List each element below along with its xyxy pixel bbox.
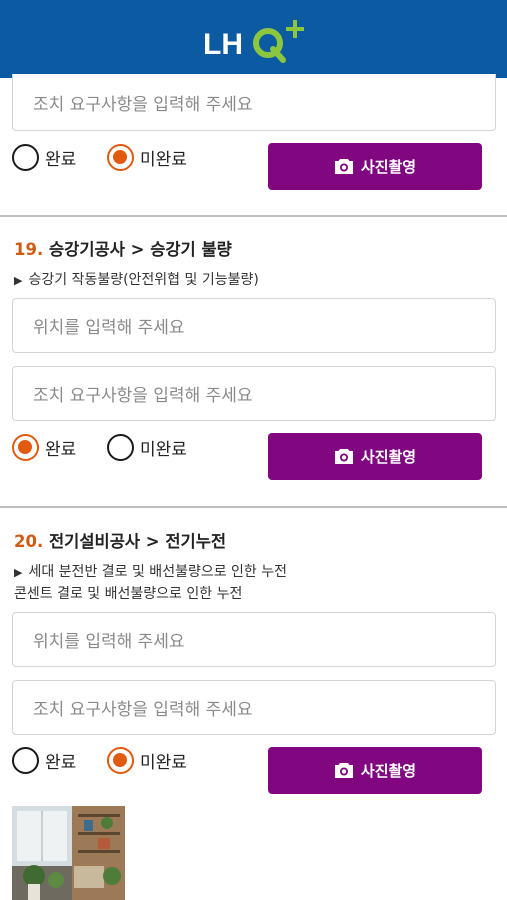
- radio-label: 완료: [45, 150, 77, 170]
- item-title-20: 20. 전기설비공사 > 전기누전: [14, 528, 226, 552]
- take-photo-label: 사진촬영: [360, 762, 417, 780]
- camera-icon: [334, 159, 353, 174]
- item-desc-text: 세대 분전반 결로 및 배선불량으로 인한 누전: [28, 564, 288, 580]
- action-request-placeholder: 조치 요구사항을 입력해 주세요: [33, 386, 253, 406]
- radio-unchecked-icon: [107, 434, 134, 461]
- item-title-text: 승강기공사 > 승강기 불량: [48, 240, 232, 259]
- take-photo-button-19[interactable]: 사진촬영: [268, 433, 482, 480]
- item-title-text: 전기설비공사 > 전기누전: [48, 532, 227, 551]
- item-number: 20.: [14, 532, 44, 551]
- radio-done-20[interactable]: 완료: [12, 747, 76, 774]
- radio-not-done-20[interactable]: 미완료: [107, 747, 187, 774]
- item-desc-20: ▶ 세대 분전반 결로 및 배선불량으로 인한 누전: [14, 561, 287, 581]
- radio-unchecked-icon: [12, 747, 39, 774]
- action-request-placeholder: 조치 요구사항을 입력해 주세요: [33, 94, 253, 115]
- radio-done-19[interactable]: 완료: [12, 434, 76, 461]
- radio-not-done-19[interactable]: 미완료: [107, 434, 187, 461]
- item-title-19: 19. 승강기공사 > 승강기 불량: [14, 236, 232, 260]
- action-request-input-19[interactable]: 조치 요구사항을 입력해 주세요: [12, 366, 496, 421]
- radio-label: 미완료: [140, 440, 187, 460]
- take-photo-label: 사진촬영: [360, 448, 417, 466]
- item-desc-20-line2: 콘센트 결로 및 배선불량으로 인한 누전: [14, 583, 242, 603]
- radio-checked-icon: [107, 144, 134, 171]
- lhq-logo: LH: [203, 20, 304, 63]
- section-divider: [0, 215, 507, 217]
- take-photo-label: 사진촬영: [360, 158, 417, 176]
- location-placeholder: 위치를 입력해 주세요: [33, 632, 185, 652]
- camera-icon: [334, 763, 353, 778]
- location-input-20[interactable]: 위치를 입력해 주세요: [12, 612, 496, 667]
- action-request-input-20[interactable]: 조치 요구사항을 입력해 주세요: [12, 680, 496, 735]
- room-photo-image: [12, 806, 125, 900]
- location-placeholder: 위치를 입력해 주세요: [33, 318, 185, 338]
- take-photo-button-18[interactable]: 사진촬영: [268, 143, 482, 190]
- item-desc-text: 콘센트 결로 및 배선불량으로 인한 누전: [14, 586, 243, 602]
- photo-thumbnail[interactable]: [12, 806, 125, 900]
- take-photo-button-20[interactable]: 사진촬영: [268, 747, 482, 794]
- radio-label: 미완료: [140, 753, 187, 773]
- action-request-input-18[interactable]: 조치 요구사항을 입력해 주세요: [12, 74, 496, 131]
- radio-label: 완료: [45, 440, 77, 460]
- app-header: LH: [0, 0, 507, 78]
- radio-not-done-18[interactable]: 미완료: [107, 144, 187, 171]
- svg-text:LH: LH: [203, 28, 243, 61]
- location-input-19[interactable]: 위치를 입력해 주세요: [12, 298, 496, 353]
- item-desc-text: 승강기 작동불량(안전위협 및 기능불량): [28, 272, 259, 288]
- section-divider: [0, 506, 507, 508]
- item-number: 19.: [14, 240, 44, 259]
- triangle-bullet-icon: ▶: [14, 274, 23, 287]
- camera-icon: [334, 449, 353, 464]
- action-request-placeholder: 조치 요구사항을 입력해 주세요: [33, 700, 253, 720]
- radio-checked-icon: [12, 434, 39, 461]
- triangle-bullet-icon: ▶: [14, 566, 23, 579]
- radio-unchecked-icon: [12, 144, 39, 171]
- radio-checked-icon: [107, 747, 134, 774]
- item-desc-19: ▶ 승강기 작동불량(안전위협 및 기능불량): [14, 269, 259, 289]
- radio-done-18[interactable]: 완료: [12, 144, 76, 171]
- radio-label: 완료: [45, 753, 77, 773]
- radio-label: 미완료: [140, 150, 187, 170]
